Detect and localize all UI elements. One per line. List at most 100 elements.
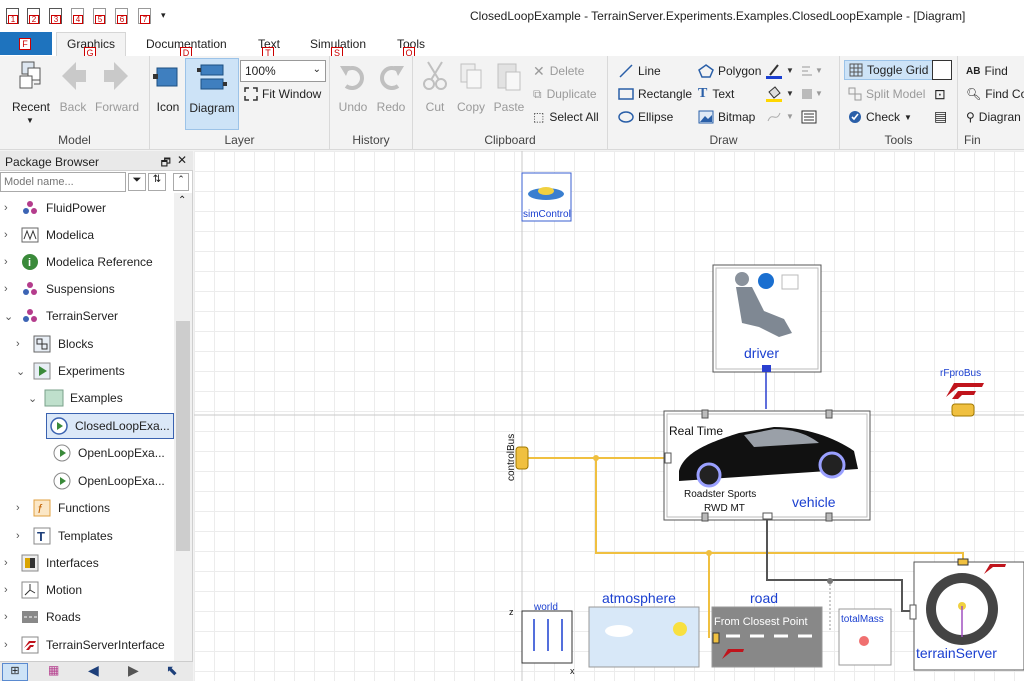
tree-item-roads[interactable]: › Roads — [4, 605, 81, 629]
scrollbar-thumb[interactable] — [176, 321, 190, 551]
bitmap-button[interactable]: Bitmap — [698, 107, 755, 127]
toggle-grid-button[interactable]: Toggle Grid — [844, 60, 934, 80]
tree-item-fluidpower[interactable]: › FluidPower — [4, 196, 106, 220]
text-button[interactable]: T Text — [698, 84, 734, 104]
redo-button[interactable]: Redo — [372, 58, 410, 128]
find-diagram-button[interactable]: ⚲ Diagran — [966, 107, 1021, 127]
vehicle-wheel-port[interactable] — [825, 409, 833, 419]
split-model-button[interactable]: Split Model — [848, 84, 925, 104]
icon-layer-icon — [153, 67, 178, 87]
open-document-icon[interactable]: 2 — [27, 8, 40, 24]
svg-text:▼: ▼ — [786, 112, 794, 121]
tree-item-openloopexample-1[interactable]: OpenLoopExa... — [48, 441, 165, 465]
tree-item-suspensions[interactable]: › Suspensions — [4, 277, 115, 301]
road-bus-port[interactable] — [712, 632, 720, 644]
cut-button[interactable]: Cut — [417, 58, 453, 128]
line-button[interactable]: Line — [618, 61, 661, 81]
line-color-button[interactable]: ▼ ▼ — [766, 61, 828, 81]
back-button[interactable]: Back — [56, 58, 90, 128]
junction-dot — [827, 578, 833, 584]
check-button[interactable]: Check ▼ — [848, 107, 912, 127]
tree-item-interfaces[interactable]: › Interfaces — [4, 551, 99, 575]
connect-icon[interactable]: ⊡ — [934, 86, 946, 103]
copy-button[interactable]: Copy — [453, 58, 489, 128]
arrow-style-button[interactable]: ▼ — [766, 107, 824, 127]
tree-item-templates[interactable]: › T Templates — [16, 524, 113, 548]
diagram-canvas[interactable]: simControl driver Real Time Roadster Spo… — [194, 151, 1024, 681]
zoom-select[interactable]: 100% ⌄ — [240, 60, 326, 82]
tree-item-openloopexample-2[interactable]: OpenLoopExa... — [48, 469, 165, 493]
sort-icon[interactable]: ⇅ — [148, 173, 166, 191]
vehicle-wheel-port[interactable] — [825, 512, 833, 522]
forward-arrow-icon[interactable]: ▶ — [128, 662, 139, 679]
float-panel-icon[interactable]: 🗗︎ — [161, 154, 171, 173]
svg-text:▼: ▼ — [786, 66, 794, 75]
recent-models-icon — [19, 61, 41, 89]
tree-item-functions[interactable]: › f Functions — [16, 496, 110, 520]
tree-item-label: OpenLoopExa... — [78, 446, 165, 460]
back-arrow-icon[interactable]: ◀ — [88, 662, 99, 679]
tree-item-modelica[interactable]: › Modelica — [4, 223, 94, 247]
atmosphere-block[interactable] — [588, 606, 700, 668]
paste-button[interactable]: Paste — [491, 58, 527, 128]
icon-layer-button[interactable]: Icon — [152, 58, 184, 128]
forward-button[interactable]: Forward — [92, 58, 142, 128]
new-document-icon[interactable]: 1 — [6, 8, 19, 24]
package-browser-scrollbar[interactable]: ⌃ — [174, 193, 192, 663]
fit-window-button[interactable]: Fit Window — [244, 84, 321, 104]
controlbus-connector[interactable] — [515, 446, 529, 470]
ribbon-group-draw: Line Rectangle Ellipse Polygon T Text Bi… — [608, 56, 840, 150]
diagram-layer-button[interactable]: Diagram — [185, 58, 239, 130]
terrainserver-bus-port[interactable] — [957, 558, 969, 566]
driver-port[interactable] — [762, 365, 771, 372]
vehicle-wheel-port[interactable] — [701, 512, 709, 522]
tree-item-motion[interactable]: › Motion — [4, 578, 82, 602]
locate-icon[interactable]: ⬉ — [166, 662, 178, 679]
tree-item-experiments[interactable]: ⌄ Experiments — [16, 359, 125, 383]
print-icon[interactable]: 5 — [93, 8, 106, 24]
delete-button[interactable]: ✕ Delete — [533, 61, 584, 81]
rfprobus-connector[interactable] — [951, 403, 975, 417]
fill-color-button[interactable]: ▼ ▼ — [766, 84, 828, 104]
layout-icon[interactable]: ▤ — [934, 108, 947, 125]
model-search-input[interactable] — [0, 172, 126, 192]
snap-icon[interactable] — [932, 60, 952, 80]
find-button[interactable]: AB Find — [966, 61, 1008, 81]
scroll-up-icon[interactable]: ⌃ — [178, 195, 186, 206]
close-icon[interactable]: ✕ — [177, 153, 187, 167]
tree-view-icon[interactable]: ⊞ — [2, 663, 28, 681]
save-all-icon[interactable]: 4 — [71, 8, 84, 24]
terrainserver-frame-port[interactable] — [909, 604, 917, 620]
vehicle-bus-port[interactable] — [664, 452, 672, 464]
cloud-icon — [605, 625, 633, 637]
tree-item-terrainserverinterface[interactable]: › TerrainServerInterface — [4, 633, 165, 657]
tab-file[interactable]: F — [0, 32, 52, 55]
title-bar: 1 2 3 4 5 6 7 ▾ ClosedLoopExample - Terr… — [0, 0, 1024, 32]
undo-quick-icon[interactable]: 6 — [115, 8, 128, 24]
vehicle-chassis-port[interactable] — [762, 512, 773, 520]
rectangle-button[interactable]: Rectangle — [618, 84, 692, 104]
customize-toolbar-icon[interactable]: ▾ — [161, 10, 166, 21]
collapse-icon[interactable]: ⌃ — [173, 173, 189, 191]
tree-item-closedloopexample[interactable]: ClosedLoopExa... — [46, 413, 174, 439]
tree-item-terrainserver[interactable]: ⌄ TerrainServer — [4, 304, 118, 328]
component-view-icon[interactable]: ▦ — [48, 663, 59, 677]
filter-icon[interactable]: ⏷ — [128, 173, 146, 191]
recent-button[interactable]: Recent ▼ — [8, 58, 54, 128]
tree-item-blocks[interactable]: › Blocks — [16, 332, 93, 356]
select-all-button[interactable]: ⬚ Select All — [533, 107, 599, 127]
undo-button[interactable]: Undo — [334, 58, 372, 128]
tree-item-label: Functions — [58, 501, 111, 515]
duplicate-button[interactable]: ⧉ Duplicate — [533, 84, 597, 104]
tree-item-modelica-reference[interactable]: › i Modelica Reference — [4, 250, 153, 274]
redo-quick-icon[interactable]: 7 — [138, 8, 151, 24]
window-title: ClosedLoopExample - TerrainServer.Experi… — [470, 9, 966, 23]
ellipse-button[interactable]: Ellipse — [618, 107, 673, 127]
find-component-button[interactable]: 🔍︎ Find Co — [966, 84, 1024, 104]
vehicle-wheel-port[interactable] — [701, 409, 709, 419]
tree-item-examples[interactable]: ⌄ Examples — [28, 386, 123, 410]
world-block[interactable] — [521, 610, 573, 664]
save-icon[interactable]: 3 — [49, 8, 62, 24]
connection-vehicle-terrain[interactable] — [766, 516, 914, 612]
polygon-button[interactable]: Polygon — [698, 61, 761, 81]
